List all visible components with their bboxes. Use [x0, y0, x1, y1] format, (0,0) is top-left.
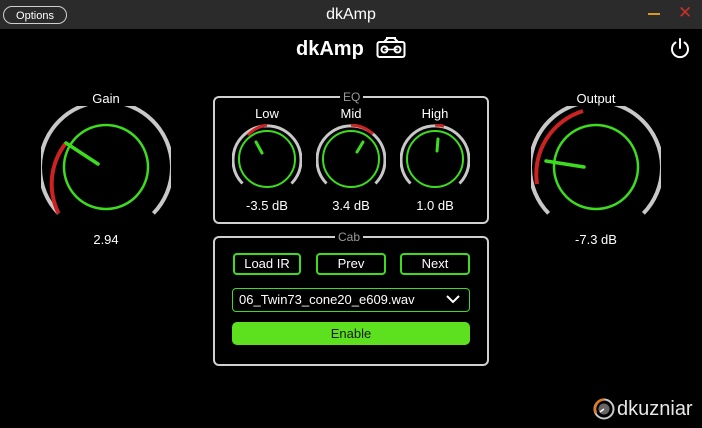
eq-high-value: 1.0 dB — [416, 198, 454, 213]
cab-title: Cab — [335, 229, 364, 245]
eq-mid-value: 3.4 dB — [332, 198, 370, 213]
minimize-icon[interactable] — [648, 13, 660, 15]
output-knob[interactable] — [531, 106, 661, 218]
ir-file-name: 06_Twin73_cone20_e609.wav — [239, 292, 415, 307]
radio-icon — [376, 37, 406, 58]
next-button[interactable]: Next — [400, 253, 470, 275]
gain-value: 2.94 — [93, 232, 119, 247]
plugin-title: dkAmp — [296, 38, 364, 60]
gain-knob[interactable] — [41, 106, 171, 218]
eq-low-label: Low — [255, 106, 279, 121]
eq-title: EQ — [340, 89, 364, 105]
knob-logo-icon — [593, 398, 615, 420]
close-icon[interactable]: ✕ — [678, 4, 692, 21]
footer-logo-text: dkuzniar — [617, 398, 693, 420]
eq-mid-knob[interactable] — [316, 124, 386, 188]
window-title: dkAmp — [326, 6, 376, 23]
prev-button[interactable]: Prev — [316, 253, 386, 275]
load-ir-button[interactable]: Load IR — [233, 253, 301, 275]
power-icon[interactable] — [669, 37, 691, 59]
eq-high-knob[interactable] — [400, 124, 470, 188]
eq-low-value: -3.5 dB — [246, 198, 288, 213]
chevron-down-icon — [446, 295, 460, 304]
gain-label: Gain — [92, 91, 120, 106]
eq-low-knob[interactable] — [232, 124, 302, 188]
eq-mid-label: Mid — [340, 106, 362, 121]
output-value: -7.3 dB — [575, 232, 617, 247]
output-label: Output — [576, 91, 616, 106]
ir-file-select[interactable]: 06_Twin73_cone20_e609.wav — [232, 288, 470, 312]
enable-button[interactable]: Enable — [232, 322, 470, 345]
title-bar: Options dkAmp ✕ — [0, 0, 702, 29]
eq-high-label: High — [421, 106, 449, 121]
